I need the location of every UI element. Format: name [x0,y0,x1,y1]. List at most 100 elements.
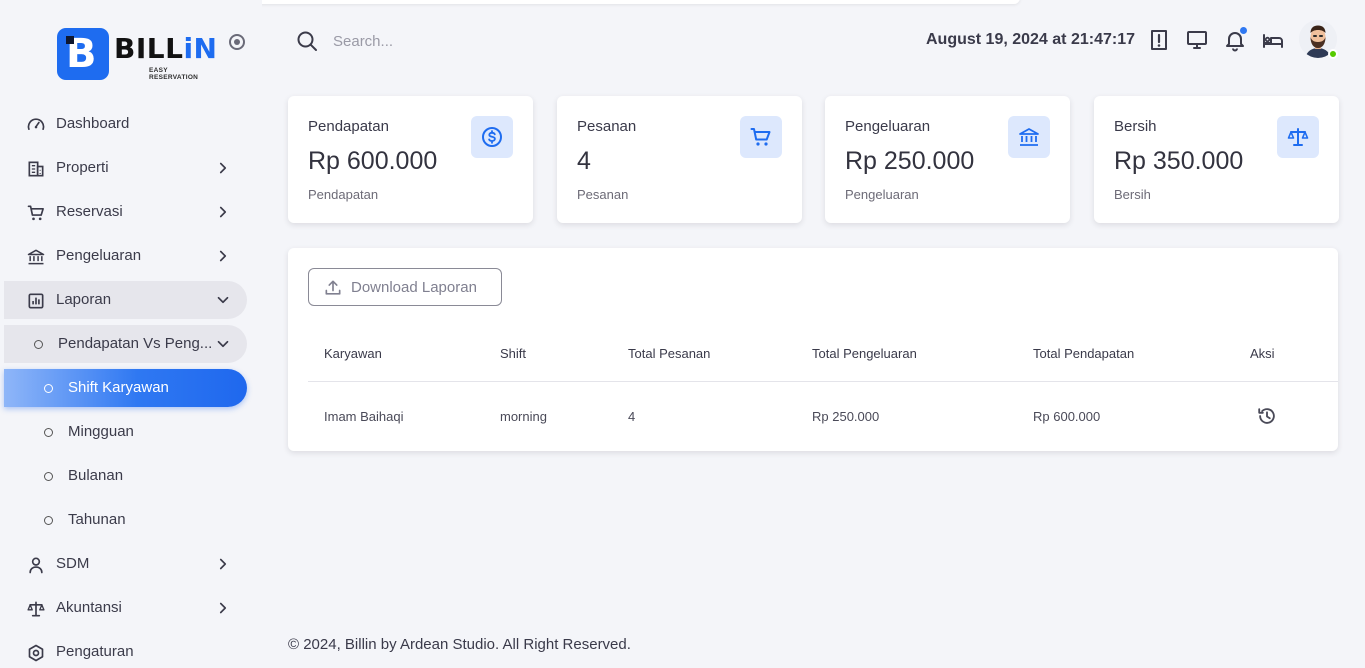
column-header-total-pendapatan[interactable]: Total Pendapatan [1033,346,1134,361]
sidebar-item-label: SDM [56,555,90,572]
sidebar-item-label: Shift Karyawan [68,379,169,396]
chevron-down-icon [217,296,229,304]
scale-icon [27,601,45,617]
cell-karyawan: Imam Baihaqi [324,409,404,424]
card-subtitle: Bersih [1114,187,1151,202]
scale-icon [1287,128,1309,146]
cart-icon [27,205,44,221]
card-value: Rp 250.000 [845,147,975,175]
card-subtitle: Pengeluaran [845,187,919,202]
card-title: Pengeluaran [845,118,931,135]
sidebar-item-label: Akuntansi [56,599,122,616]
gauge-icon [27,118,45,130]
search-icon[interactable] [295,29,319,53]
sidebar-item-reservasi[interactable]: Reservasi [4,193,247,231]
chevron-right-icon [219,558,227,570]
sidebar-item-label: Bulanan [68,467,124,484]
sidebar-item-mingguan[interactable]: Mingguan [4,413,247,451]
brand-mark-icon: B [57,28,109,80]
card-title: Pendapatan [308,118,389,135]
sidebar-item-sdm[interactable]: SDM [4,545,247,583]
sidebar-collapse-toggle[interactable] [229,34,245,50]
brand-logo[interactable]: B BILLiN EASY RESERVATION [57,27,217,81]
sidebar-item-pengeluaran[interactable]: Pengeluaran [4,237,247,275]
cell-total-pendapatan: Rp 600.000 [1033,409,1101,424]
card-icon-badge [740,116,782,158]
card-pengeluaran: Pengeluaran Rp 250.000 Pengeluaran [825,96,1070,223]
cart-icon [750,128,771,146]
report-panel: Download Laporan Karyawan Shift Total Pe… [288,248,1338,451]
card-pesanan: Pesanan 4 Pesanan [557,96,802,223]
chevron-right-icon [219,162,227,174]
sidebar: B BILLiN EASY RESERVATION Dashboard Prop… [0,0,262,668]
bed-icon[interactable] [1261,28,1285,52]
sidebar-item-label: Properti [56,159,109,176]
card-title: Bersih [1114,118,1157,135]
circle-icon [44,428,53,437]
chevron-down-icon [217,340,229,348]
bank-icon [27,249,45,265]
card-subtitle: Pendapatan [308,187,379,202]
sidebar-item-akuntansi[interactable]: Akuntansi [4,589,247,627]
card-value: 4 [577,147,591,175]
column-header-shift[interactable]: Shift [500,346,526,361]
upload-icon [325,280,341,295]
card-bersih: Bersih Rp 350.000 Bersih [1094,96,1339,223]
sidebar-item-properti[interactable]: Properti [4,149,247,187]
building-icon [28,161,44,177]
report-chart-icon [28,293,44,309]
card-value: Rp 350.000 [1114,147,1244,175]
settings-hex-icon [28,644,44,662]
circle-icon [34,340,43,349]
sidebar-item-label: Tahunan [68,511,126,528]
sidebar-item-label: Laporan [56,291,112,308]
download-laporan-label: Download Laporan [351,279,477,296]
chevron-right-icon [219,602,227,614]
cell-total-pesanan: 4 [628,409,636,424]
card-pendapatan: Pendapatan Rp 600.000 Pendapatan [288,96,533,223]
chevron-right-icon [219,206,227,218]
table-divider [308,381,1338,382]
sidebar-item-tahunan[interactable]: Tahunan [4,501,247,539]
sidebar-item-pendapatan-vs-pengeluaran[interactable]: Pendapatan Vs Peng... [4,325,247,363]
card-icon-badge [1008,116,1050,158]
current-datetime: August 19, 2024 at 21:47:17 [926,31,1135,48]
brand-tagline: EASY RESERVATION [149,67,199,81]
column-header-total-pesanan[interactable]: Total Pesanan [628,346,710,361]
cell-total-pengeluaran: Rp 250.000 [812,409,880,424]
sidebar-item-shift-karyawan[interactable]: Shift Karyawan [4,369,247,407]
sidebar-item-label: Mingguan [68,423,134,440]
sidebar-item-label: Pendapatan Vs Peng... [58,335,213,352]
circle-icon [44,384,53,393]
card-icon-badge [471,116,513,158]
sidebar-item-laporan[interactable]: Laporan [4,281,247,319]
card-title: Pesanan [577,118,637,135]
sidebar-item-bulanan[interactable]: Bulanan [4,457,247,495]
column-header-karyawan[interactable]: Karyawan [324,346,382,361]
user-icon [29,557,43,574]
circle-icon [44,516,53,525]
bank-icon [1019,128,1039,146]
card-value: Rp 600.000 [308,147,438,175]
notification-dot [1240,27,1247,34]
search-input[interactable] [333,30,593,52]
sidebar-item-label: Dashboard [56,115,130,132]
sidebar-item-label: Reservasi [56,203,123,220]
footer-copyright: © 2024, Billin by Ardean Studio. All Rig… [288,636,631,653]
alert-icon[interactable] [1147,28,1171,52]
history-icon[interactable] [1256,405,1278,427]
online-status-dot [1328,49,1338,59]
card-icon-badge [1277,116,1319,158]
monitor-icon[interactable] [1185,28,1209,52]
sidebar-item-dashboard[interactable]: Dashboard [4,105,247,143]
column-header-total-pengeluaran[interactable]: Total Pengeluaran [812,346,917,361]
sidebar-item-label: Pengeluaran [56,247,142,264]
card-subtitle: Pesanan [577,187,629,202]
dollar-circle-icon [482,127,502,147]
column-header-aksi: Aksi [1250,346,1275,361]
circle-icon [44,472,53,481]
cell-shift: morning [500,409,547,424]
download-laporan-button[interactable]: Download Laporan [308,268,502,306]
chevron-right-icon [219,250,227,262]
sidebar-item-pengaturan[interactable]: Pengaturan [4,633,247,668]
